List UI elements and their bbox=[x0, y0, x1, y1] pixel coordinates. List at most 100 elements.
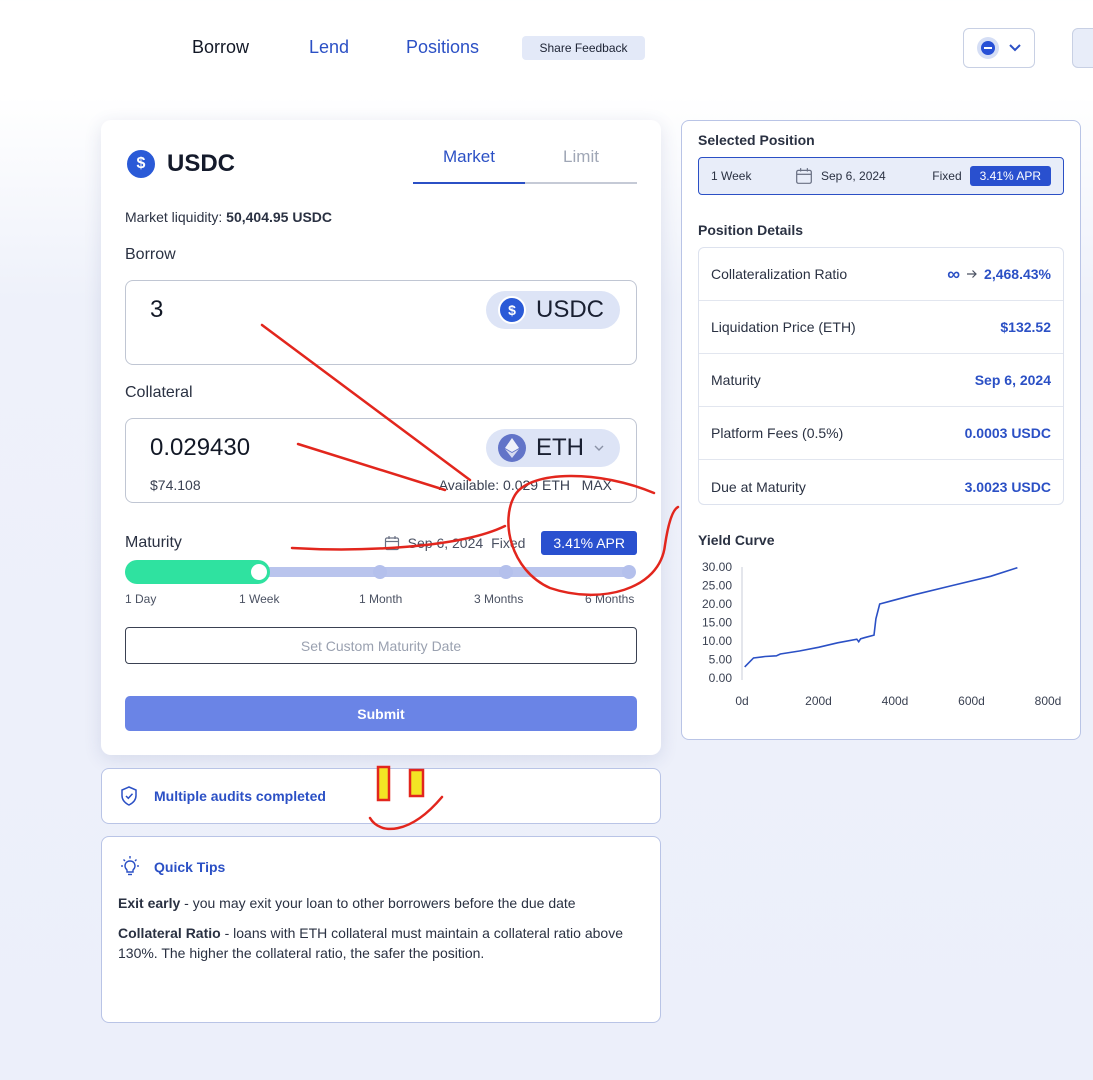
selected-apr-badge: 3.41% APR bbox=[969, 166, 1051, 186]
calendar-icon bbox=[384, 536, 399, 551]
slider-label[interactable]: 1 Day bbox=[125, 592, 156, 606]
collateral-label: Collateral bbox=[125, 384, 193, 401]
maturity-slider[interactable] bbox=[125, 560, 637, 584]
nav-positions[interactable]: Positions bbox=[406, 37, 479, 58]
max-button[interactable]: MAX bbox=[582, 477, 612, 493]
position-details: Collateralization Ratio ∞ 2,468.43% Liqu… bbox=[698, 247, 1064, 505]
x-tick-labels: 0d 200d 400d 600d 800d bbox=[735, 694, 1061, 708]
share-feedback-button[interactable]: Share Feedback bbox=[522, 36, 645, 60]
nav-borrow[interactable]: Borrow bbox=[192, 37, 249, 58]
slider-label[interactable]: 1 Week bbox=[239, 592, 279, 606]
network-icon bbox=[977, 37, 999, 59]
custom-maturity-button[interactable]: Set Custom Maturity Date bbox=[125, 627, 637, 664]
tips-title: Quick Tips bbox=[154, 859, 226, 875]
position-panel: Selected Position 1 Week Sep 6, 2024 Fix… bbox=[681, 120, 1081, 740]
slider-labels: 1 Day 1 Week 1 Month 3 Months 6 Months bbox=[125, 592, 637, 608]
collateral-subrow: $74.108 Available: 0.029 ETH MAX bbox=[150, 477, 612, 493]
detail-row-maturity: Maturity Sep 6, 2024 bbox=[699, 354, 1063, 407]
collateral-usd: $74.108 bbox=[150, 477, 201, 493]
tip-collateral-ratio: Collateral Ratio - loans with ETH collat… bbox=[118, 925, 623, 961]
y-tick-labels: 30.00 25.00 20.00 15.00 10.00 5.00 0.00 bbox=[702, 560, 732, 685]
usdc-icon: $ bbox=[125, 148, 157, 180]
collateral-available: Available: 0.029 ETH MAX bbox=[439, 477, 612, 493]
x-tick-label: 400d bbox=[882, 694, 909, 708]
audits-label: Multiple audits completed bbox=[154, 788, 326, 804]
detail-row-collateralization: Collateralization Ratio ∞ 2,468.43% bbox=[699, 248, 1063, 301]
slider-stop-3-months[interactable] bbox=[499, 565, 513, 579]
lightbulb-icon bbox=[121, 856, 139, 876]
detail-row-due-at-maturity: Due at Maturity 3.0023 USDC bbox=[711, 478, 1051, 495]
token-title: USDC bbox=[167, 150, 236, 177]
slider-thumb[interactable] bbox=[249, 562, 269, 582]
quick-tips: Quick Tips Exit early - you may exit you… bbox=[101, 836, 661, 1023]
network-selector-button[interactable] bbox=[963, 28, 1035, 68]
y-tick-label: 25.00 bbox=[702, 579, 732, 593]
collateral-token-label: ETH bbox=[536, 434, 584, 461]
yield-curve-line bbox=[744, 566, 1018, 668]
y-tick-label: 5.00 bbox=[709, 653, 733, 667]
maturity-summary: Sep 6, 2024 Fixed 3.41% APR bbox=[384, 531, 637, 555]
selected-date: Sep 6, 2024 bbox=[821, 169, 886, 183]
slider-stop-6-months[interactable] bbox=[622, 565, 636, 579]
maturity-row: Maturity Sep 6, 2024 Fixed 3.41% APR bbox=[125, 531, 637, 555]
usdc-icon: $ bbox=[497, 296, 526, 324]
selected-position-title: Selected Position bbox=[698, 132, 815, 148]
borrow-token-label: USDC bbox=[535, 296, 604, 323]
token-header: $ USDC bbox=[125, 148, 235, 180]
nav-lend[interactable]: Lend bbox=[309, 37, 349, 58]
detail-row-liquidation-price: Liquidation Price (ETH) $132.52 bbox=[699, 301, 1063, 354]
order-type-tabs: Market Limit bbox=[413, 140, 637, 184]
borrow-amount[interactable]: 3 bbox=[150, 296, 163, 324]
borrow-label: Borrow bbox=[125, 246, 176, 263]
arrow-right-icon bbox=[967, 270, 977, 278]
available-balance: Available: 0.029 ETH bbox=[438, 477, 570, 493]
y-tick-label: 10.00 bbox=[702, 634, 732, 648]
market-liquidity: Market liquidity: 50,404.95 USDC bbox=[125, 209, 332, 225]
selected-term: 1 Week bbox=[711, 169, 752, 183]
maturity-date: Sep 6, 2024 bbox=[407, 535, 484, 551]
tips-header: Quick Tips bbox=[118, 855, 644, 879]
apr-badge: 3.41% APR bbox=[541, 531, 637, 555]
y-tick-label: 0.00 bbox=[709, 671, 733, 685]
collateral-amount[interactable]: 0.029430 bbox=[150, 434, 250, 462]
borrow-input[interactable]: 3 $ USDC bbox=[125, 280, 637, 365]
liquidity-value: 50,404.95 USDC bbox=[226, 209, 332, 225]
eth-icon bbox=[498, 434, 526, 462]
tip-exit-early: Exit early - you may exit your loan to o… bbox=[118, 895, 576, 911]
top-nav: Borrow Lend Positions Share Feedback bbox=[0, 0, 1093, 95]
liquidity-label: Market liquidity: bbox=[125, 209, 223, 225]
slider-label[interactable]: 6 Months bbox=[585, 592, 634, 606]
chevron-down-icon bbox=[1009, 44, 1021, 52]
detail-row-platform-fees: Platform Fees (0.5%) 0.0003 USDC bbox=[699, 407, 1063, 460]
x-tick-label: 800d bbox=[1035, 694, 1062, 708]
x-tick-label: 0d bbox=[735, 694, 748, 708]
y-tick-label: 30.00 bbox=[702, 560, 732, 574]
slider-stop-1-month[interactable] bbox=[373, 565, 387, 579]
rate-type: Fixed bbox=[491, 535, 526, 551]
y-tick-label: 20.00 bbox=[702, 597, 732, 611]
x-tick-label: 600d bbox=[958, 694, 985, 708]
infinity-value: ∞ bbox=[947, 263, 961, 284]
audits-banner: Multiple audits completed bbox=[101, 768, 661, 824]
collateral-token-selector[interactable]: ETH bbox=[486, 429, 620, 467]
slider-label[interactable]: 3 Months bbox=[474, 592, 523, 606]
maturity-label: Maturity bbox=[125, 534, 182, 551]
collateral-input[interactable]: 0.029430 ETH $74.108 Available: 0.029 ET… bbox=[125, 418, 637, 503]
yield-curve-chart: 30.00 25.00 20.00 15.00 10.00 5.00 0.00 … bbox=[702, 560, 1061, 708]
slider-label[interactable]: 1 Month bbox=[359, 592, 402, 606]
calendar-icon bbox=[796, 168, 812, 184]
selected-position[interactable]: 1 Week Sep 6, 2024 Fixed 3.41% APR bbox=[698, 157, 1064, 195]
tab-limit[interactable]: Limit bbox=[525, 140, 637, 182]
borrow-card: $ USDC Market Limit Market liquidity: 50… bbox=[101, 120, 661, 755]
shield-check-icon bbox=[121, 786, 137, 806]
x-tick-label: 200d bbox=[805, 694, 832, 708]
y-tick-label: 15.00 bbox=[702, 616, 732, 630]
position-details-title: Position Details bbox=[698, 222, 804, 238]
yield-curve-title: Yield Curve bbox=[698, 532, 775, 548]
borrow-token-selector[interactable]: $ USDC bbox=[485, 291, 620, 329]
submit-button[interactable]: Submit bbox=[125, 696, 637, 731]
tab-market[interactable]: Market bbox=[413, 140, 525, 184]
selected-rate-type: Fixed bbox=[932, 169, 962, 183]
chevron-down-icon bbox=[594, 445, 604, 451]
account-button[interactable] bbox=[1072, 28, 1093, 68]
